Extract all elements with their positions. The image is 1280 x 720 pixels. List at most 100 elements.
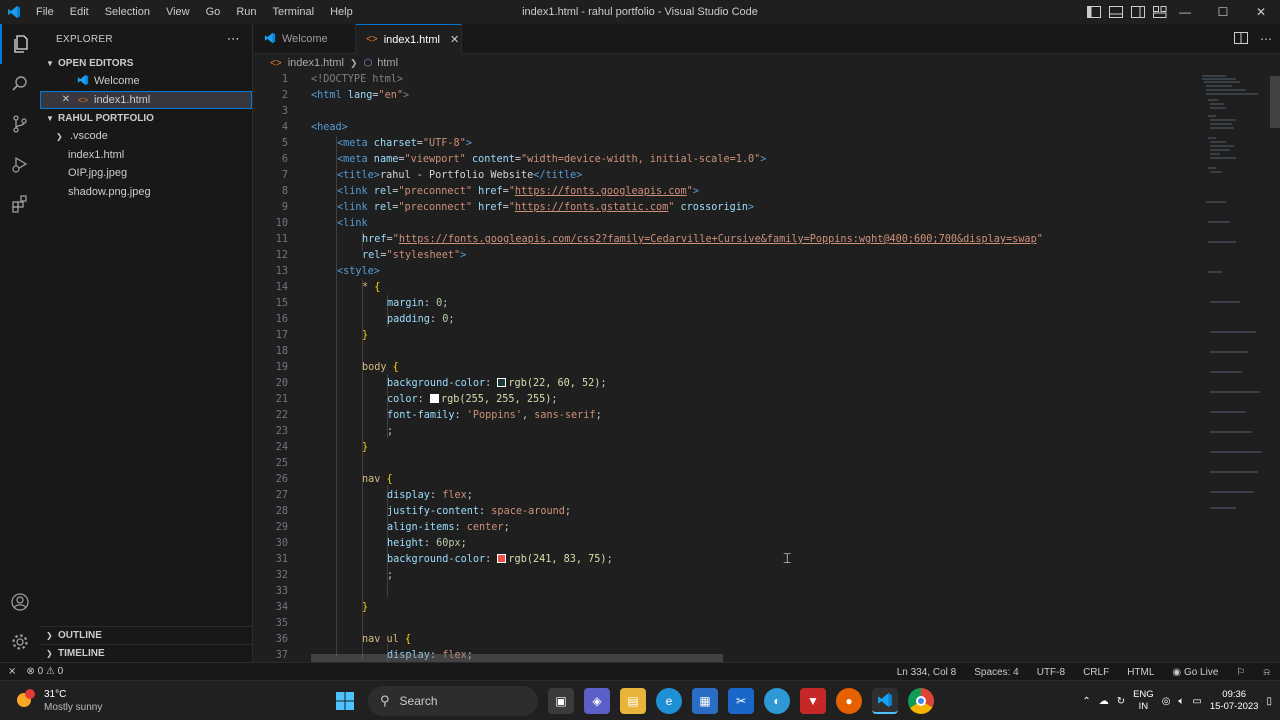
menu-terminal[interactable]: Terminal bbox=[265, 0, 323, 24]
open-editors-section[interactable]: ▼ OPEN EDITORS bbox=[40, 54, 252, 72]
go-live-button[interactable]: ◉ Go Live bbox=[1172, 667, 1218, 678]
menu-view[interactable]: View bbox=[158, 0, 198, 24]
close-window-icon[interactable]: ✕ bbox=[1242, 0, 1280, 24]
edge-browser-icon[interactable]: e bbox=[656, 688, 682, 714]
show-hidden-icons-icon[interactable]: ⌃ bbox=[1082, 696, 1090, 707]
indentation[interactable]: Spaces: 4 bbox=[974, 667, 1018, 678]
end-of-line[interactable]: CRLF bbox=[1083, 667, 1109, 678]
menu-selection[interactable]: Selection bbox=[97, 0, 158, 24]
copilot-icon[interactable]: ⚐ bbox=[1236, 667, 1245, 678]
source-control-icon[interactable] bbox=[0, 104, 40, 144]
tab-welcome[interactable]: Welcome bbox=[254, 24, 356, 54]
close-editor-icon[interactable]: ✕ bbox=[60, 94, 72, 105]
menu-run[interactable]: Run bbox=[228, 0, 264, 24]
color-swatch[interactable] bbox=[497, 554, 507, 563]
menu-go[interactable]: Go bbox=[198, 0, 229, 24]
firefox-icon[interactable]: ● bbox=[836, 688, 862, 714]
code-line: 12 rel="stylesheet"> bbox=[275, 250, 467, 261]
sync-icon[interactable]: ↻ bbox=[1117, 696, 1125, 707]
run-debug-icon[interactable] bbox=[0, 144, 40, 184]
color-swatch[interactable] bbox=[497, 378, 507, 387]
clock[interactable]: 09:36 15-07-2023 bbox=[1210, 689, 1259, 713]
vscode-taskbar-icon[interactable] bbox=[872, 688, 898, 714]
code-line: 17} bbox=[275, 330, 369, 341]
network-icon[interactable]: ◎ bbox=[1162, 696, 1171, 707]
tab-index1-html[interactable]: <> index1.html ✕ bbox=[356, 24, 462, 54]
code-link[interactable]: https://fonts.googleapis.com/css2?family… bbox=[399, 234, 1037, 245]
weather-condition: Mostly sunny bbox=[44, 702, 103, 713]
timeline-section[interactable]: ❯ TIMELINE bbox=[40, 644, 253, 662]
settings-gear-icon[interactable] bbox=[0, 622, 40, 662]
vscode-file-icon bbox=[264, 32, 276, 47]
edge-dev-icon[interactable]: ◐ bbox=[764, 688, 790, 714]
notifications-bell-icon[interactable]: ⍾ bbox=[1263, 667, 1270, 678]
toggle-panel-icon[interactable] bbox=[1108, 5, 1124, 19]
sun-icon bbox=[12, 688, 36, 715]
code-editor[interactable]: 1 <!DOCTYPE html> 2 <html lang="en"> 3 4 <h… bbox=[254, 72, 1280, 662]
scrollbar-thumb[interactable] bbox=[1270, 76, 1280, 128]
battery-icon[interactable]: ▭ bbox=[1192, 696, 1201, 707]
open-editor-welcome[interactable]: Welcome bbox=[40, 72, 252, 91]
breadcrumb-file[interactable]: index1.html bbox=[288, 57, 344, 69]
open-editor-index1[interactable]: ✕ <> index1.html bbox=[40, 90, 252, 109]
store-icon[interactable]: ▦ bbox=[692, 688, 718, 714]
onedrive-icon[interactable]: ☁ bbox=[1099, 696, 1109, 707]
file-index1-html[interactable]: index1.html bbox=[40, 146, 252, 165]
file-explorer-icon[interactable]: ▤ bbox=[620, 688, 646, 714]
code-token: sans-serif bbox=[534, 410, 596, 421]
code-link[interactable]: https://fonts.googleapis.com bbox=[515, 186, 687, 197]
color-swatch[interactable] bbox=[429, 394, 439, 403]
search-icon[interactable] bbox=[0, 64, 40, 104]
menu-file[interactable]: File bbox=[28, 0, 62, 24]
file-shadow-jpeg[interactable]: shadow.png.jpeg bbox=[40, 183, 252, 202]
menu-edit[interactable]: Edit bbox=[62, 0, 97, 24]
weather-widget[interactable]: 31°C Mostly sunny bbox=[12, 685, 132, 717]
minimize-icon[interactable]: — bbox=[1166, 0, 1204, 24]
accounts-icon[interactable] bbox=[0, 582, 40, 622]
split-editor-icon[interactable] bbox=[1234, 31, 1248, 47]
folder-vscode[interactable]: ❯ .vscode bbox=[40, 127, 252, 146]
windows-start-icon[interactable] bbox=[332, 688, 358, 714]
code-link[interactable]: https://fonts.gstatic.com bbox=[515, 202, 668, 213]
snipping-tool-icon[interactable]: ✂ bbox=[728, 688, 754, 714]
close-tab-icon[interactable]: ✕ bbox=[450, 33, 459, 46]
minimap[interactable] bbox=[1196, 72, 1266, 532]
toggle-primary-sidebar-icon[interactable] bbox=[1086, 5, 1102, 19]
notification-center-icon[interactable]: ▯ bbox=[1266, 696, 1272, 707]
code-token: 'Poppins' bbox=[466, 410, 522, 421]
explorer-icon[interactable] bbox=[0, 24, 40, 64]
chevron-right-icon: ❯ bbox=[349, 57, 358, 68]
breadcrumb-node[interactable]: html bbox=[377, 57, 398, 69]
code-line: 7 <title>rahul - Portfolio Website</title… bbox=[281, 170, 583, 181]
folder-section[interactable]: ▼ RAHUL PORTFOLIO bbox=[40, 109, 252, 127]
language-indicator[interactable]: ENG IN bbox=[1133, 689, 1154, 713]
language-mode[interactable]: HTML bbox=[1127, 667, 1154, 678]
security-app-icon[interactable]: ▼ bbox=[800, 688, 826, 714]
search-icon: ⚲ bbox=[380, 693, 390, 708]
menu-help[interactable]: Help bbox=[322, 0, 361, 24]
remote-icon[interactable]: ⨯ bbox=[8, 666, 16, 677]
chrome-icon[interactable] bbox=[908, 688, 934, 714]
file-oip-jpeg[interactable]: OIP.jpg.jpeg bbox=[40, 164, 252, 183]
vertical-scrollbar[interactable] bbox=[1268, 72, 1280, 662]
extensions-icon[interactable] bbox=[0, 184, 40, 224]
code-token: <!DOCTYPE html> bbox=[311, 74, 404, 85]
code-line: 21 color: rgb(255, 255, 255); bbox=[275, 394, 558, 405]
code-token: rgb(22, 60, 52) bbox=[508, 378, 601, 389]
encoding[interactable]: UTF-8 bbox=[1037, 667, 1065, 678]
maximize-icon[interactable]: ☐ bbox=[1204, 0, 1242, 24]
chat-icon[interactable]: ◈ bbox=[584, 688, 610, 714]
more-actions-icon[interactable]: ⋯ bbox=[227, 31, 240, 47]
outline-section[interactable]: ❯ OUTLINE bbox=[40, 626, 253, 644]
cursor-position[interactable]: Ln 334, Col 8 bbox=[897, 667, 957, 678]
problems-indicator[interactable]: ⊗ 0 ⚠ 0 bbox=[26, 666, 63, 677]
code-token: justify-content bbox=[387, 506, 480, 517]
code-token: rel bbox=[362, 250, 381, 261]
task-view-icon[interactable]: ▣ bbox=[548, 688, 574, 714]
more-actions-icon[interactable]: ⋯ bbox=[1260, 32, 1272, 46]
html-file-icon: <> bbox=[366, 34, 378, 45]
volume-icon[interactable]: 🔈︎ bbox=[1178, 696, 1184, 707]
taskbar-search[interactable]: ⚲ Search bbox=[368, 686, 538, 716]
horizontal-scrollbar[interactable] bbox=[311, 654, 723, 662]
toggle-secondary-sidebar-icon[interactable] bbox=[1130, 5, 1146, 19]
